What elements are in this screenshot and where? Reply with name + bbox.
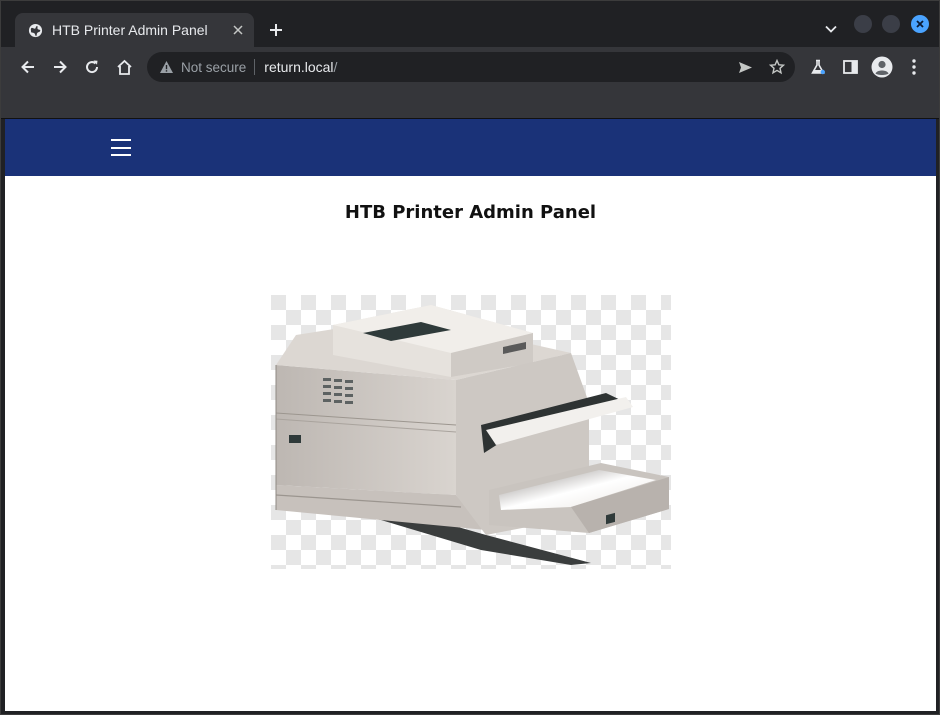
browser-toolbar: Not secure return.local/ bbox=[1, 47, 939, 87]
side-panel-icon bbox=[842, 60, 858, 74]
warning-triangle-icon[interactable] bbox=[157, 58, 175, 76]
close-window-button[interactable] bbox=[911, 15, 929, 33]
send-icon[interactable] bbox=[733, 55, 757, 79]
globe-icon bbox=[27, 22, 43, 38]
tab-title: HTB Printer Admin Panel bbox=[52, 22, 208, 38]
profile-icon bbox=[871, 56, 893, 78]
address-bar[interactable]: Not secure return.local/ bbox=[147, 52, 795, 82]
url-text[interactable]: return.local/ bbox=[264, 59, 337, 75]
side-panel-button[interactable] bbox=[836, 53, 864, 81]
flask-icon bbox=[811, 59, 825, 75]
profile-button[interactable] bbox=[868, 53, 896, 81]
close-icon bbox=[916, 20, 924, 28]
hamburger-icon[interactable] bbox=[111, 139, 133, 156]
star-icon[interactable] bbox=[765, 55, 789, 79]
address-separator bbox=[254, 59, 256, 75]
hamburger-line bbox=[111, 139, 131, 141]
browser-window: HTB Printer Admin Panel Not secure retur… bbox=[0, 0, 940, 715]
new-tab-button[interactable] bbox=[263, 17, 289, 43]
arrow-left-icon bbox=[21, 60, 34, 74]
reload-button[interactable] bbox=[78, 53, 106, 81]
url-host: return.local bbox=[264, 59, 334, 75]
kebab-menu-icon bbox=[912, 59, 916, 75]
page-title: HTB Printer Admin Panel bbox=[344, 202, 597, 223]
back-button[interactable] bbox=[14, 53, 42, 81]
toolbar-extension bbox=[1, 87, 939, 119]
printer-illustration bbox=[271, 295, 671, 569]
tab-close-icon[interactable] bbox=[228, 20, 248, 40]
menu-button[interactable] bbox=[900, 53, 928, 81]
page-viewport: HTB Printer Admin Panel bbox=[5, 119, 936, 711]
hamburger-line bbox=[111, 146, 131, 149]
reload-icon bbox=[86, 60, 99, 74]
site-navbar bbox=[5, 119, 936, 176]
maximize-button[interactable] bbox=[882, 15, 900, 33]
forward-button[interactable] bbox=[46, 53, 74, 81]
tab-strip: HTB Printer Admin Panel bbox=[1, 1, 939, 47]
home-icon bbox=[116, 59, 132, 75]
chevron-down-icon[interactable] bbox=[819, 17, 843, 41]
minimize-button[interactable] bbox=[854, 15, 872, 33]
hamburger-line bbox=[111, 154, 131, 156]
arrow-right-icon bbox=[54, 60, 67, 74]
labs-button[interactable] bbox=[804, 53, 832, 81]
url-path: / bbox=[333, 59, 338, 75]
security-label[interactable]: Not secure bbox=[181, 60, 246, 75]
home-button[interactable] bbox=[110, 53, 138, 81]
tab-active[interactable]: HTB Printer Admin Panel bbox=[15, 13, 254, 47]
